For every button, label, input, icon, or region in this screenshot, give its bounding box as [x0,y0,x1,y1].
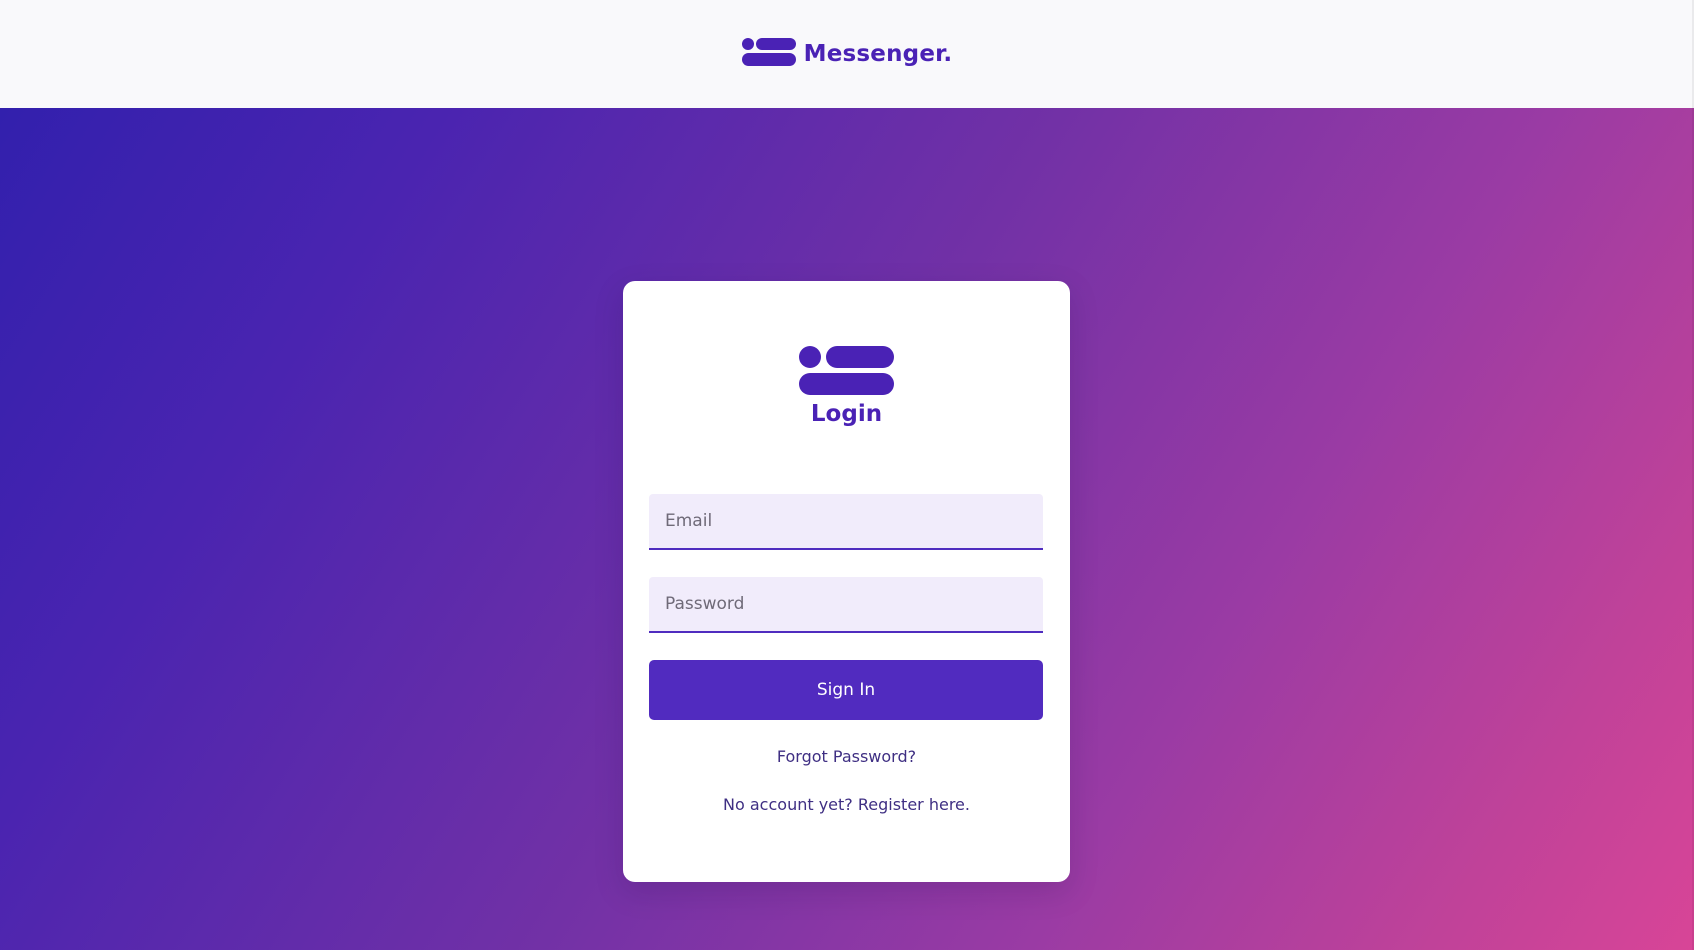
page: Messenger. Login Sign In Forgot Password… [0,0,1694,950]
messenger-logo-icon [799,346,894,400]
register-link[interactable]: No account yet? Register here. [623,795,1070,814]
login-background: Login Sign In Forgot Password? No accoun… [0,108,1694,950]
email-input[interactable] [649,494,1043,550]
password-input[interactable] [649,577,1043,633]
sign-in-button[interactable]: Sign In [649,660,1043,720]
login-title: Login [810,401,883,427]
brand[interactable]: Messenger. [741,38,953,70]
top-header: Messenger. [0,0,1694,108]
login-card: Login Sign In Forgot Password? No accoun… [623,281,1070,882]
brand-name: Messenger. [803,41,953,67]
forgot-password-link[interactable]: Forgot Password? [623,747,1070,766]
messenger-logo-icon [741,38,796,70]
